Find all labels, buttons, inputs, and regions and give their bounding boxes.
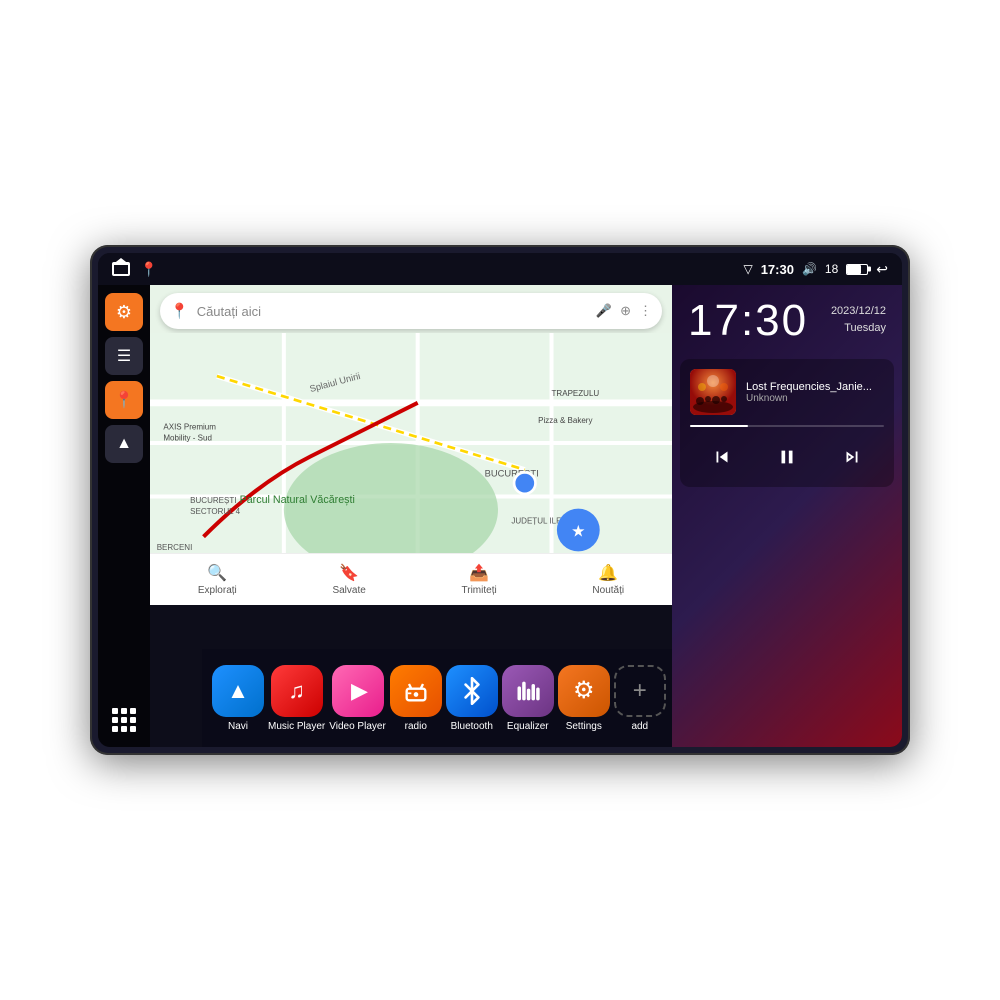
music-player: Lost Frequencies_Janie... Unknown	[680, 359, 894, 487]
clock-time: 17:30	[688, 299, 808, 343]
music-label: Music Player	[268, 721, 325, 732]
svg-text:TRAPEZULU: TRAPEZULU	[552, 389, 600, 398]
music-icon: ♫	[271, 665, 323, 717]
clock-date-value: 2023/12/12	[831, 303, 886, 320]
apps-row: ▲ Navi ♫ Music Player ▶ Vid	[202, 649, 672, 747]
add-label: add	[631, 721, 648, 732]
status-left-icons: 📍	[112, 261, 157, 278]
music-progress-fill	[690, 425, 748, 427]
explore-label: Explorați	[198, 585, 237, 596]
more-icon[interactable]: ⋮	[639, 303, 652, 319]
mic-icon[interactable]: 🎤	[596, 303, 612, 319]
saved-label: Salvate	[332, 585, 365, 596]
sidebar-settings-btn[interactable]: ⚙	[105, 293, 143, 331]
app-grid-btn[interactable]	[105, 701, 143, 739]
svg-text:BUCUREȘTI: BUCUREȘTI	[190, 496, 236, 505]
menu-icon: ☰	[117, 346, 131, 366]
equalizer-icon	[502, 665, 554, 717]
battery-number: 18	[825, 262, 838, 276]
prev-button[interactable]	[702, 437, 742, 477]
map-container[interactable]: 📍 Căutați aici 🎤 ⊕ ⋮	[150, 285, 672, 605]
music-text: Lost Frequencies_Janie... Unknown	[746, 381, 884, 404]
saved-icon: 🔖	[339, 563, 359, 583]
share-label: Trimiteți	[462, 585, 497, 596]
explore-icon: 🔍	[207, 563, 227, 583]
google-maps-pin-icon: 📍	[170, 302, 189, 320]
svg-text:BERCENI: BERCENI	[157, 543, 193, 552]
map-section: 📍 Căutați aici 🎤 ⊕ ⋮	[150, 285, 672, 747]
app-music[interactable]: ♫ Music Player	[268, 665, 325, 732]
radio-icon	[390, 665, 442, 717]
nav-arrow-icon: ▲	[116, 435, 132, 453]
battery-icon	[846, 264, 868, 275]
music-progress-bar[interactable]	[690, 425, 884, 427]
status-bar: 📍 ▽ 17:30 🔊 18 ↩	[98, 253, 902, 285]
device-screen: 📍 ▽ 17:30 🔊 18 ↩ ⚙ ☰	[98, 253, 902, 747]
pause-button[interactable]	[767, 437, 807, 477]
clock-section: 17:30 2023/12/12 Tuesday	[672, 285, 902, 353]
music-info: Lost Frequencies_Janie... Unknown	[690, 369, 884, 415]
news-label: Noutăți	[592, 585, 624, 596]
svg-text:Pizza & Bakery: Pizza & Bakery	[538, 416, 592, 425]
video-icon: ▶	[332, 665, 384, 717]
bluetooth-icon	[446, 665, 498, 717]
news-icon: 🔔	[598, 563, 618, 583]
add-icon: +	[614, 665, 666, 717]
album-art	[690, 369, 736, 415]
svg-text:★: ★	[571, 523, 585, 541]
map-bottom-nav: 🔍 Explorați 🔖 Salvate 📤 Trimiteți �	[150, 553, 672, 605]
grid-dots-icon	[112, 708, 136, 732]
clock-day-value: Tuesday	[831, 320, 886, 337]
app-equalizer[interactable]: Equalizer	[502, 665, 554, 732]
main-content: ⚙ ☰ 📍 ▲	[98, 285, 902, 747]
app-settings[interactable]: ⚙ Settings	[558, 665, 610, 732]
sidebar-menu-btn[interactable]: ☰	[105, 337, 143, 375]
map-visual: Splaiul Unirii AXIS Premium Mobility - S…	[150, 333, 672, 553]
status-right-icons: ▽ 17:30 🔊 18 ↩	[743, 261, 888, 278]
svg-text:Parcul Natural Văcărești: Parcul Natural Văcărești	[240, 494, 355, 506]
right-panel: 17:30 2023/12/12 Tuesday	[672, 285, 902, 747]
music-controls	[690, 437, 884, 477]
wifi-icon: ▽	[743, 262, 752, 276]
music-artist: Unknown	[746, 393, 884, 404]
equalizer-label: Equalizer	[507, 721, 549, 732]
app-video[interactable]: ▶ Video Player	[329, 665, 386, 732]
music-title: Lost Frequencies_Janie...	[746, 381, 884, 393]
map-nav-news[interactable]: 🔔 Noutăți	[592, 563, 624, 596]
map-nav-saved[interactable]: 🔖 Salvate	[332, 563, 365, 596]
back-icon[interactable]: ↩	[876, 261, 888, 278]
sidebar-nav-btn[interactable]: ▲	[105, 425, 143, 463]
clock-date: 2023/12/12 Tuesday	[831, 299, 886, 336]
map-icon: 📍	[114, 390, 134, 410]
bluetooth-label: Bluetooth	[451, 721, 493, 732]
map-nav-share[interactable]: 📤 Trimiteți	[462, 563, 497, 596]
volume-icon: 🔊	[802, 262, 817, 276]
next-button[interactable]	[832, 437, 872, 477]
navi-icon: ▲	[212, 665, 264, 717]
radio-label: radio	[405, 721, 427, 732]
app-navi[interactable]: ▲ Navi	[212, 665, 264, 732]
sidebar-map-btn[interactable]: 📍	[105, 381, 143, 419]
map-nav-explore[interactable]: 🔍 Explorați	[198, 563, 237, 596]
map-search-bar[interactable]: 📍 Căutați aici 🎤 ⊕ ⋮	[160, 293, 662, 329]
location-status-icon: 📍	[140, 261, 157, 278]
svg-text:Mobility - Sud: Mobility - Sud	[163, 433, 212, 442]
map-search-input[interactable]: Căutați aici	[197, 304, 588, 319]
video-label: Video Player	[329, 721, 386, 732]
device-frame: 📍 ▽ 17:30 🔊 18 ↩ ⚙ ☰	[90, 245, 910, 755]
settings-icon: ⚙	[116, 302, 132, 323]
layers-icon[interactable]: ⊕	[620, 303, 631, 319]
app-radio[interactable]: radio	[390, 665, 442, 732]
sidebar: ⚙ ☰ 📍 ▲	[98, 285, 150, 747]
settings-label: Settings	[566, 721, 602, 732]
app-add[interactable]: + add	[614, 665, 666, 732]
settings-app-icon: ⚙	[558, 665, 610, 717]
svg-text:SECTORUL 4: SECTORUL 4	[190, 507, 240, 516]
share-icon: 📤	[469, 563, 489, 583]
home-icon[interactable]	[112, 262, 130, 276]
navi-label: Navi	[228, 721, 248, 732]
status-time: 17:30	[761, 262, 794, 277]
app-bluetooth[interactable]: Bluetooth	[446, 665, 498, 732]
svg-text:AXIS Premium: AXIS Premium	[163, 423, 216, 432]
